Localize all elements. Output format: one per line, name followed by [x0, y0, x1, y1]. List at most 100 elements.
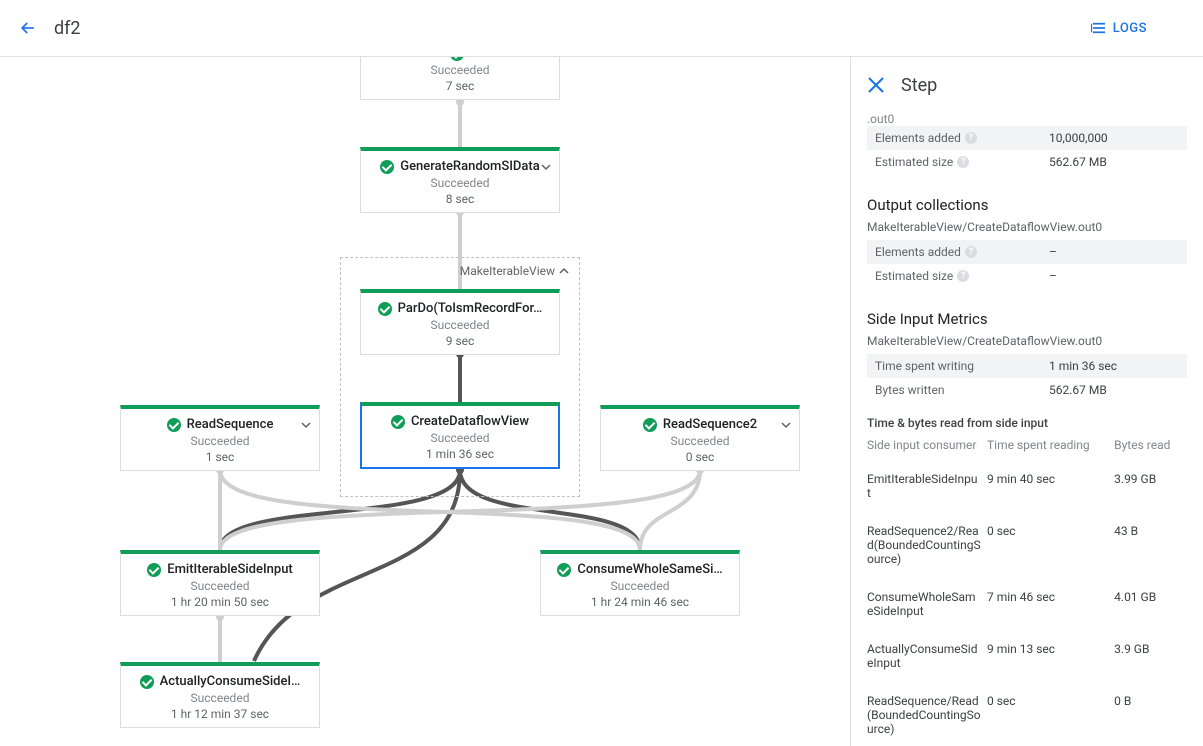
step-details-panel: Step .out0 Elements added? 10,000,000 Es… — [850, 57, 1203, 746]
cell-consumer: ReadSequence2/Read(BoundedCountingSource… — [867, 510, 987, 576]
graph-node[interactable]: GenerateRandomSIData Succeeded 8 sec — [360, 147, 560, 213]
metric-value: 562.67 MB — [1049, 383, 1179, 397]
cell-bytes: 43 B — [1114, 510, 1187, 576]
node-status: Succeeded — [371, 318, 549, 332]
table-header: Bytes read — [1114, 434, 1187, 462]
node-title: GenerateRandomSIData — [400, 159, 540, 174]
node-status: Succeeded — [131, 579, 309, 593]
section-heading: Output collections — [867, 196, 1187, 214]
side-input-read-table: Side input consumer Time spent reading B… — [867, 434, 1187, 746]
cell-bytes: 3.99 GB — [1114, 462, 1187, 510]
graph-node[interactable]: ReadSequence2 Succeeded 0 sec — [600, 405, 800, 471]
cell-bytes: 0 B — [1114, 680, 1187, 746]
success-icon — [167, 418, 181, 432]
cell-consumer: ConsumeWholeSameSideInput — [867, 576, 987, 628]
table-row: EmitIterableSideInput9 min 40 sec3.99 GB — [867, 462, 1187, 510]
node-time: 7 sec — [371, 79, 549, 93]
graph-node[interactable]: EmitIterableSideInput Succeeded 1 hr 20 … — [120, 550, 320, 616]
table-header: Side input consumer — [867, 434, 987, 462]
logs-button[interactable]: LOGS — [1091, 21, 1147, 36]
job-name: df2 — [54, 18, 81, 39]
collection-name: MakeIterableView/CreateDataflowView.out0 — [867, 334, 1187, 348]
cell-consumer: EmitIterableSideInput — [867, 462, 987, 510]
node-time: 8 sec — [371, 192, 549, 206]
success-icon — [378, 302, 392, 316]
node-time: 9 sec — [371, 334, 549, 348]
back-button[interactable] — [16, 16, 40, 40]
cell-consumer: ActuallyConsumeSideInput — [867, 628, 987, 680]
node-time: 1 hr 24 min 46 sec — [551, 595, 729, 609]
metric-value: – — [1049, 269, 1179, 283]
cell-time: 9 min 40 sec — [987, 462, 1114, 510]
cell-time: 7 min 46 sec — [987, 576, 1114, 628]
success-icon — [147, 563, 161, 577]
success-icon — [450, 57, 464, 61]
help-icon[interactable]: ? — [957, 156, 969, 168]
graph-node[interactable]: ParDo(ToIsmRecordFor… Succeeded 9 sec — [360, 289, 560, 355]
chevron-down-icon[interactable] — [301, 419, 311, 429]
node-title: ParDo(ToIsmRecordFor… — [398, 301, 543, 316]
group-label: MakeIterableView — [460, 264, 555, 278]
node-time: 1 hr 20 min 50 sec — [131, 595, 309, 609]
collection-name-truncated: .out0 — [867, 114, 1187, 126]
section-heading: Side Input Metrics — [867, 310, 1187, 328]
success-icon — [643, 418, 657, 432]
metric-label: Elements added — [875, 245, 961, 259]
node-time: 1 min 36 sec — [372, 447, 548, 461]
metric-value: – — [1049, 245, 1179, 259]
node-status: Succeeded — [611, 434, 789, 448]
cell-time: 0 sec — [987, 510, 1114, 576]
table-row: ReadSequence/Read(BoundedCountingSource)… — [867, 680, 1187, 746]
help-icon[interactable]: ? — [957, 270, 969, 282]
node-status: Succeeded — [371, 176, 549, 190]
metric-label: Estimated size — [875, 155, 953, 169]
cell-consumer: ReadSequence/Read(BoundedCountingSource) — [867, 680, 987, 746]
node-title: ReadSequence2 — [663, 417, 757, 432]
success-icon — [391, 415, 405, 429]
node-time: 1 sec — [131, 450, 309, 464]
graph-node[interactable]: ReadSequence Succeeded 1 sec — [120, 405, 320, 471]
metric-value: 562.67 MB — [1049, 155, 1179, 169]
metric-value: 1 min 36 sec — [1049, 359, 1179, 373]
logs-label: LOGS — [1113, 21, 1147, 36]
help-icon[interactable]: ? — [965, 246, 977, 258]
node-status: Succeeded — [551, 579, 729, 593]
node-title: CreateDataflowView — [411, 414, 529, 429]
cell-time: 9 min 13 sec — [987, 628, 1114, 680]
logs-icon — [1091, 22, 1107, 34]
table-header: Time spent reading — [987, 434, 1114, 462]
node-status: Succeeded — [131, 691, 309, 705]
metric-label: Bytes written — [875, 383, 944, 397]
success-icon — [557, 563, 571, 577]
chevron-up-icon — [559, 266, 569, 276]
node-title: ActuallyConsumeSideI… — [160, 674, 301, 689]
graph-node-selected[interactable]: CreateDataflowView Succeeded 1 min 36 se… — [360, 402, 560, 469]
chevron-down-icon[interactable] — [541, 161, 551, 171]
cell-bytes: 4.01 GB — [1114, 576, 1187, 628]
metric-label: Elements added — [875, 131, 961, 145]
node-time: 1 hr 12 min 37 sec — [131, 707, 309, 721]
metric-value: 10,000,000 — [1049, 131, 1179, 145]
graph-node[interactable]: Succeeded 7 sec — [360, 57, 560, 100]
chevron-down-icon[interactable] — [781, 419, 791, 429]
node-status: Succeeded — [131, 434, 309, 448]
graph-node[interactable]: ActuallyConsumeSideI… Succeeded 1 hr 12 … — [120, 662, 320, 728]
table-row: ActuallyConsumeSideInput9 min 13 sec3.9 … — [867, 628, 1187, 680]
table-row: ReadSequence2/Read(BoundedCountingSource… — [867, 510, 1187, 576]
metric-label: Estimated size — [875, 269, 953, 283]
metric-label: Time spent writing — [875, 359, 974, 373]
help-icon[interactable]: ? — [965, 132, 977, 144]
success-icon — [380, 160, 394, 174]
table-row: ConsumeWholeSameSideInput7 min 46 sec4.0… — [867, 576, 1187, 628]
node-time: 0 sec — [611, 450, 789, 464]
success-icon — [140, 675, 154, 689]
node-status: Succeeded — [371, 63, 549, 77]
cell-bytes: 3.9 GB — [1114, 628, 1187, 680]
node-status: Succeeded — [372, 431, 548, 445]
graph-node[interactable]: ConsumeWholeSameSi… Succeeded 1 hr 24 mi… — [540, 550, 740, 616]
pipeline-graph[interactable]: Succeeded 7 sec GenerateRandomSIData Suc… — [0, 57, 850, 746]
panel-title: Step — [901, 75, 937, 96]
cell-time: 0 sec — [987, 680, 1114, 746]
close-button[interactable] — [867, 76, 887, 96]
node-title: EmitIterableSideInput — [167, 562, 293, 577]
